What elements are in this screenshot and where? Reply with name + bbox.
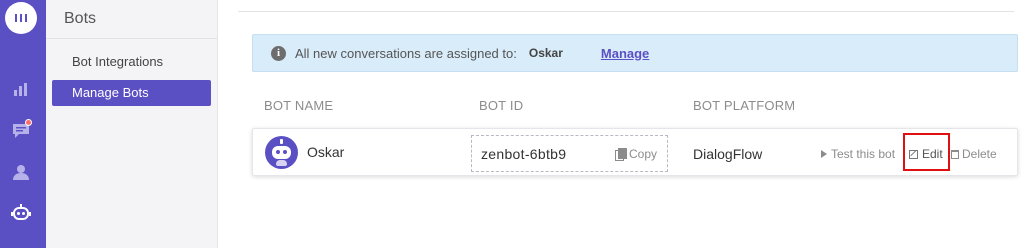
contacts-icon[interactable]: [11, 163, 31, 181]
edit-highlight-box: [903, 133, 950, 171]
test-bot-button[interactable]: Test this bot: [821, 147, 895, 161]
copy-label: Copy: [628, 147, 657, 161]
column-header-bot-platform: BOT PLATFORM: [693, 98, 796, 113]
bot-avatar: [265, 136, 298, 169]
banner-message: All new conversations are assigned to:: [295, 45, 517, 61]
subnav-divider: [46, 38, 217, 39]
bot-icon[interactable]: [11, 204, 31, 222]
icon-rail: [0, 0, 46, 248]
delete-bot-button[interactable]: Delete: [951, 147, 997, 161]
logo-icon[interactable]: [5, 2, 37, 34]
manage-link[interactable]: Manage: [601, 46, 649, 61]
copy-icon: [614, 148, 627, 161]
delete-bot-label: Delete: [962, 147, 997, 161]
bot-id-value: zenbot-6btb9: [481, 146, 567, 162]
copy-button[interactable]: Copy: [614, 147, 657, 161]
bot-name: Oskar: [307, 144, 345, 160]
subnav-item-manage-bots[interactable]: Manage Bots: [52, 80, 211, 106]
banner-assignee: Oskar: [528, 46, 563, 60]
column-header-bot-name: BOT NAME: [264, 98, 334, 113]
info-icon: i: [271, 45, 286, 61]
subnav-title: Bots: [64, 10, 97, 27]
conversations-icon[interactable]: [11, 119, 32, 140]
notification-dot: [25, 119, 32, 126]
column-header-bot-id: BOT ID: [479, 98, 524, 113]
assignment-banner: i All new conversations are assigned to:…: [252, 34, 1018, 72]
reports-icon[interactable]: [11, 80, 31, 98]
play-icon: [821, 150, 827, 158]
header-divider: [238, 11, 1014, 12]
bot-platform: DialogFlow: [693, 146, 763, 162]
trash-icon: [951, 149, 959, 159]
subnav-item-bot-integrations[interactable]: Bot Integrations: [52, 49, 211, 75]
bots-subnav: Bots Bot Integrations Manage Bots: [46, 0, 218, 248]
bot-id-field: zenbot-6btb9 Copy: [471, 135, 668, 172]
test-bot-label: Test this bot: [831, 147, 896, 161]
